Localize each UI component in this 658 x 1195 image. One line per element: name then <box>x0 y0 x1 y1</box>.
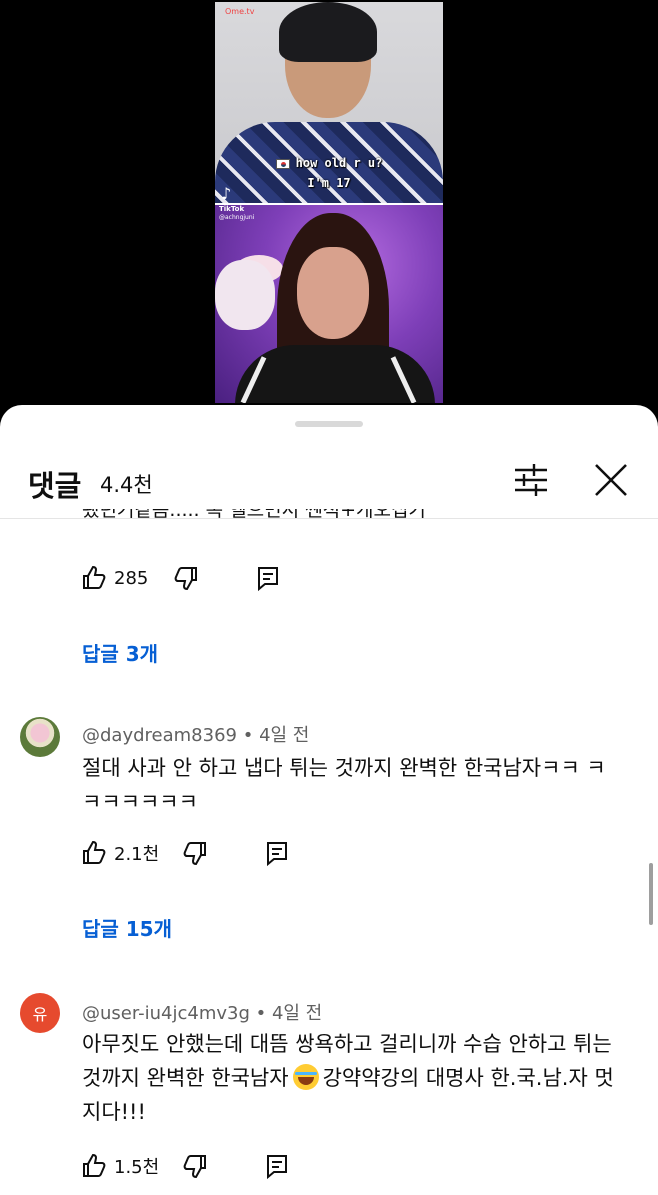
comment-text-truncated: 됐던거같음..... 폭 헬으면서 쎈척+개오집기 <box>82 509 426 521</box>
drag-handle[interactable] <box>295 421 363 427</box>
thumbs-down-icon[interactable] <box>181 1152 209 1180</box>
person-jacket <box>235 345 435 403</box>
filter-sliders-icon <box>515 464 547 496</box>
thumbs-down-icon[interactable] <box>181 839 209 867</box>
person-face <box>297 247 369 339</box>
comment-actions: 2.1천 <box>80 838 291 868</box>
comment-time: 4일 전 <box>271 1003 323 1024</box>
reply-icon[interactable] <box>263 1152 291 1180</box>
thumbs-down-icon[interactable] <box>172 564 200 592</box>
caption-line-1: how old r u? <box>215 156 443 170</box>
scrollbar[interactable] <box>649 863 653 925</box>
comment-actions: 285 <box>80 563 282 593</box>
sort-filter-button[interactable] <box>510 459 552 501</box>
tiktok-username: @achngjuni <box>219 214 255 221</box>
close-button[interactable] <box>590 459 632 501</box>
comment-actions: 1.5천 <box>80 1151 291 1181</box>
comment-text: 아무짓도 안했는데 대뜸 쌍욕하고 걸리니까 수습 안하고 튀는것까지 완벽한 … <box>82 1032 614 1124</box>
reply-icon[interactable] <box>254 564 282 592</box>
video-frame-bottom: TikTok @achngjuni <box>215 205 443 403</box>
comments-header: 댓글 4.4천 <box>0 445 658 517</box>
korea-flag-icon <box>275 158 290 169</box>
like-count: 285 <box>114 567 149 589</box>
comment-text: 절대 사과 안 하고 냅다 튀는 것까지 완벽한 한국남자ㅋㅋ ㅋㅋㅋㅋㅋㅋㅋ <box>82 756 606 814</box>
avatar[interactable]: 유 <box>20 993 60 1033</box>
avatar[interactable] <box>20 717 60 757</box>
thumbs-up-icon[interactable] <box>80 564 108 592</box>
face-with-tears-of-joy-icon <box>292 1064 319 1090</box>
thumbs-up-icon[interactable] <box>80 1152 108 1180</box>
tiktok-label: TikTok <box>219 205 245 213</box>
reply-icon[interactable] <box>263 839 291 867</box>
comment-author[interactable]: @daydream8369 <box>82 725 237 746</box>
thumbs-up-icon[interactable] <box>80 839 108 867</box>
comment-meta: @daydream8369 • 4일 전 <box>82 725 310 746</box>
caption-line-2: I'm 17 <box>307 176 351 190</box>
person-hair <box>279 2 377 62</box>
close-icon <box>595 464 627 496</box>
like-count: 1.5천 <box>114 1157 160 1178</box>
video-player[interactable]: Ome.tv how old r u? I'm 17 ♪ TikTok @ach… <box>0 0 658 420</box>
comment-meta: @user-iu4jc4mv3g • 4일 전 <box>82 1003 323 1024</box>
tiktok-logo-icon: ♪ <box>221 184 232 203</box>
comments-sheet: 댓글 4.4천 됐던거같음..... 폭 헬으면서 쎈척+개오집기 285 답글… <box>0 405 658 1195</box>
like-count: 2.1천 <box>114 844 160 865</box>
comments-count: 4.4천 <box>100 473 153 497</box>
view-replies-link[interactable]: 답글 3개 <box>82 638 158 667</box>
comments-title: 댓글 <box>28 469 82 503</box>
video-frame-top: Ome.tv how old r u? I'm 17 ♪ <box>215 2 443 204</box>
plush-toy <box>215 260 275 330</box>
comment-time: 4일 전 <box>259 725 310 746</box>
view-replies-link[interactable]: 답글 15개 <box>82 913 172 942</box>
comment-author[interactable]: @user-iu4jc4mv3g <box>82 1003 250 1024</box>
ometv-watermark: Ome.tv <box>225 7 255 16</box>
